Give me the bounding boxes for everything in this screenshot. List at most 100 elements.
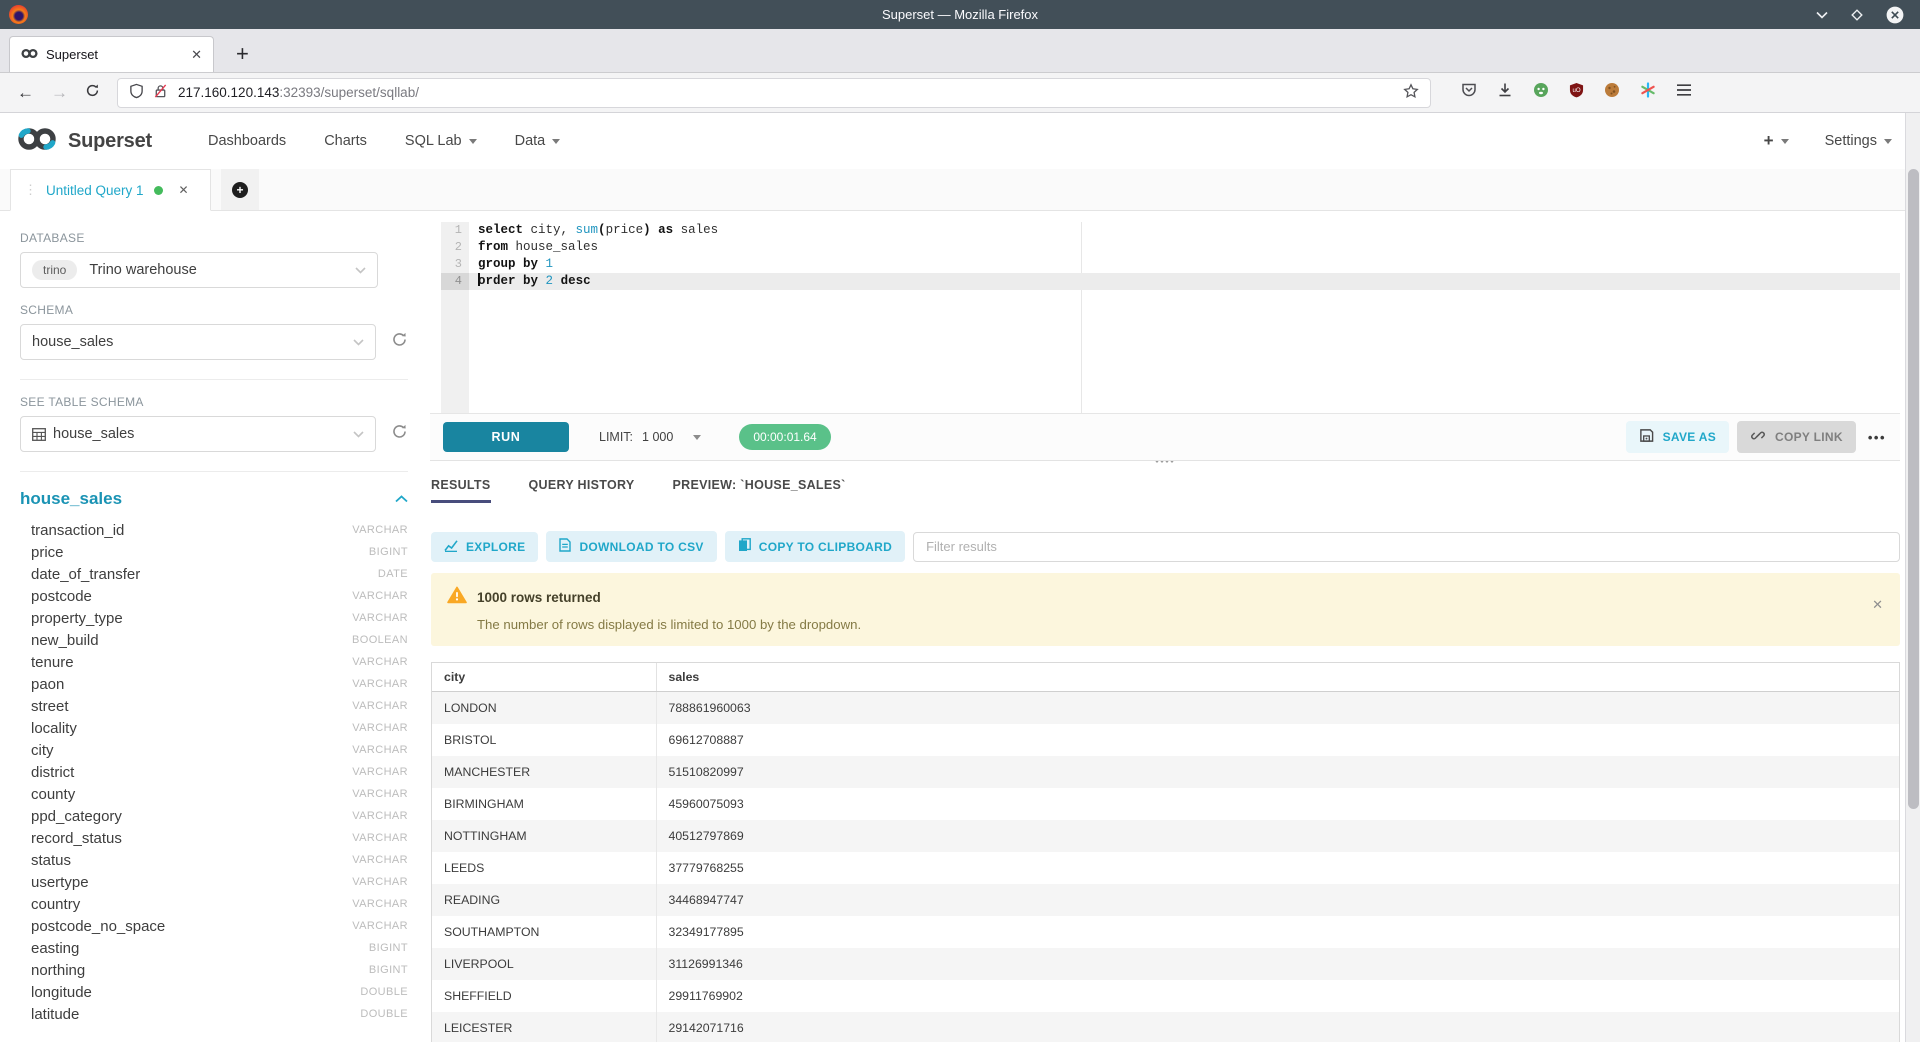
filter-results-input[interactable] — [913, 532, 1900, 562]
table-schema-select[interactable]: house_sales — [20, 416, 376, 452]
nav-item-dashboards[interactable]: Dashboards — [208, 133, 286, 149]
download-icon[interactable] — [1497, 82, 1513, 103]
copy-link-button[interactable]: COPY LINK — [1737, 421, 1856, 453]
column-row: countyVARCHAR — [20, 783, 408, 805]
query-tab[interactable]: ⋮ Untitled Query 1 ✕ — [10, 169, 211, 211]
explore-button[interactable]: EXPLORE — [431, 532, 538, 562]
back-icon[interactable]: ← — [17, 83, 34, 103]
browser-tab[interactable]: Superset ✕ — [9, 36, 214, 72]
editor-code[interactable]: select city, sum(price) as salesfrom hou… — [469, 222, 1900, 413]
line-number: 4 — [441, 273, 469, 290]
nav-item-sql-lab[interactable]: SQL Lab — [405, 133, 477, 149]
window-close-icon[interactable] — [1886, 6, 1904, 24]
window-chevron-icon[interactable] — [1816, 11, 1828, 19]
add-new-button[interactable]: + — [1764, 131, 1789, 151]
multi-account-containers-icon[interactable] — [1640, 82, 1656, 103]
nav-item-data[interactable]: Data — [515, 133, 561, 149]
ublock-icon[interactable]: uO — [1569, 82, 1584, 103]
column-row: date_of_transferDATE — [20, 563, 408, 585]
column-row: transaction_idVARCHAR — [20, 519, 408, 541]
insecure-lock-icon[interactable] — [153, 83, 168, 102]
run-button[interactable]: RUN — [443, 422, 569, 452]
column-type: VARCHAR — [352, 788, 408, 800]
table-cell: 37779768255 — [656, 852, 1899, 884]
table-name-heading[interactable]: house_sales — [20, 489, 122, 509]
download-csv-button[interactable]: DOWNLOAD TO CSV — [546, 531, 716, 562]
settings-menu[interactable]: Settings — [1825, 133, 1892, 149]
divider — [20, 471, 408, 472]
table-cell: LIVERPOOL — [432, 948, 656, 980]
results-tabs: RESULTS QUERY HISTORY PREVIEW: `HOUSE_SA… — [431, 478, 1900, 503]
table-cell: 29911769902 — [656, 980, 1899, 1012]
caret-down-icon — [1884, 139, 1892, 144]
bookmark-star-icon[interactable] — [1403, 83, 1419, 102]
tab-close-icon[interactable]: ✕ — [191, 47, 202, 63]
copy-clipboard-button[interactable]: COPY TO CLIPBOARD — [725, 531, 905, 562]
hamburger-menu-icon[interactable] — [1676, 83, 1692, 102]
table-schema-value: house_sales — [53, 426, 134, 442]
window-maximize-icon[interactable] — [1851, 9, 1863, 21]
column-row: paonVARCHAR — [20, 673, 408, 695]
column-row: latitudeDOUBLE — [20, 1003, 408, 1025]
new-tab-button[interactable]: + — [230, 36, 255, 72]
table-cell: LEICESTER — [432, 1012, 656, 1042]
query-tab-close-icon[interactable]: ✕ — [179, 183, 189, 197]
database-select[interactable]: trino Trino warehouse — [20, 252, 378, 288]
reload-icon[interactable] — [85, 83, 100, 103]
chart-icon — [444, 539, 458, 555]
table-cell: MANCHESTER — [432, 756, 656, 788]
url-bar[interactable]: 217.160.120.143:32393/superset/sqllab/ — [117, 78, 1431, 108]
refresh-schema-icon[interactable] — [391, 331, 408, 353]
column-type: VARCHAR — [352, 854, 408, 866]
column-type: VARCHAR — [352, 656, 408, 668]
tab-preview[interactable]: PREVIEW: `HOUSE_SALES` — [673, 478, 846, 503]
column-name: ppd_category — [31, 808, 122, 825]
column-name: status — [31, 852, 71, 869]
shield-icon[interactable] — [129, 83, 144, 102]
column-header-sales[interactable]: sales — [656, 663, 1899, 692]
column-type: VARCHAR — [352, 898, 408, 910]
table-cell: LONDON — [432, 692, 656, 725]
forward-icon[interactable]: → — [51, 83, 68, 103]
table-cell: LEEDS — [432, 852, 656, 884]
tab-query-history[interactable]: QUERY HISTORY — [529, 478, 635, 503]
more-options-button[interactable]: ••• — [1868, 430, 1886, 445]
column-type: DOUBLE — [360, 986, 408, 998]
browser-scrollbar[interactable] — [1905, 113, 1920, 1042]
save-as-button[interactable]: SAVE AS — [1626, 421, 1729, 453]
sqllab-sidebar: DATABASE trino Trino warehouse SCHEMA ho… — [0, 211, 430, 1042]
drag-handle-icon[interactable]: ⋮ — [24, 182, 37, 198]
column-row: postcode_no_spaceVARCHAR — [20, 915, 408, 937]
url-path: :32393/superset/sqllab/ — [279, 85, 419, 100]
table-row: MANCHESTER51510820997 — [432, 756, 1899, 788]
table-cell: 31126991346 — [656, 948, 1899, 980]
privacy-badger-icon[interactable] — [1533, 82, 1549, 103]
column-type: BOOLEAN — [352, 634, 408, 646]
add-query-tab-button[interactable]: + — [221, 169, 259, 211]
column-type: VARCHAR — [352, 700, 408, 712]
splitter-drag-handle[interactable] — [1155, 461, 1176, 463]
alert-close-icon[interactable]: ✕ — [1872, 597, 1883, 613]
refresh-table-schema-icon[interactable] — [391, 423, 408, 445]
cookie-icon[interactable] — [1604, 82, 1620, 103]
superset-logo-icon[interactable] — [16, 126, 58, 157]
rows-returned-alert: 1000 rows returned The number of rows di… — [431, 573, 1900, 646]
limit-dropdown[interactable]: LIMIT: 1 000 — [599, 430, 701, 444]
column-type: VARCHAR — [352, 722, 408, 734]
table-row: BIRMINGHAM45960075093 — [432, 788, 1899, 820]
clipboard-icon — [738, 538, 751, 555]
tab-results[interactable]: RESULTS — [431, 478, 491, 503]
schema-select[interactable]: house_sales — [20, 324, 376, 360]
pocket-icon[interactable] — [1461, 82, 1477, 103]
warning-icon — [447, 586, 467, 609]
column-name: country — [31, 896, 80, 913]
sql-editor[interactable]: 1234 select city, sum(price) as salesfro… — [430, 211, 1900, 413]
column-name: record_status — [31, 830, 122, 847]
limit-label: LIMIT: — [599, 430, 633, 444]
collapse-chevron-up-icon[interactable] — [395, 490, 408, 508]
table-cell: SOUTHAMPTON — [432, 916, 656, 948]
nav-item-charts[interactable]: Charts — [324, 133, 367, 149]
scrollbar-thumb[interactable] — [1908, 169, 1919, 809]
superset-brand[interactable]: Superset — [68, 130, 152, 153]
column-header-city[interactable]: city — [432, 663, 656, 692]
